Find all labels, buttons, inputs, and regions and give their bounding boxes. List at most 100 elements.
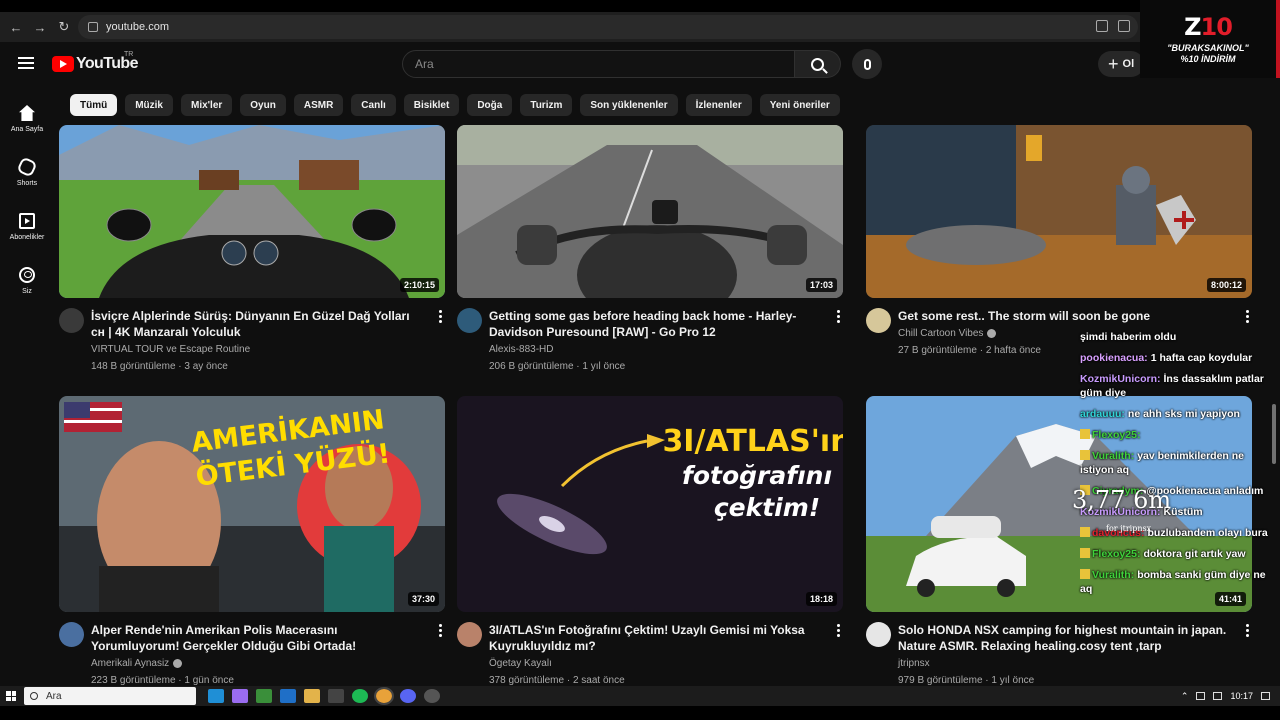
youtube-logo[interactable]: YouTube TR <box>52 51 138 73</box>
more-options-icon[interactable] <box>439 310 443 325</box>
chip-all[interactable]: Tümü <box>70 94 118 116</box>
copilot-icon[interactable] <box>232 689 248 703</box>
chip-asmr[interactable]: ASMR <box>293 94 344 116</box>
shorts-icon <box>16 156 38 178</box>
rail-item-home[interactable]: Ana Sayfa <box>0 92 54 146</box>
chip-gaming[interactable]: Oyun <box>240 94 286 116</box>
search-icon <box>30 692 38 700</box>
channel-name[interactable]: Amerikali Aynasiz <box>91 658 425 669</box>
back-icon[interactable]: ← <box>4 15 28 39</box>
chat-username: Flexoy25: <box>1092 429 1141 441</box>
zoom-icon[interactable] <box>1118 20 1130 32</box>
install-app-icon[interactable] <box>1096 20 1108 32</box>
chip-recently-uploaded[interactable]: Son yüklenenler <box>580 94 678 116</box>
video-thumbnail[interactable]: 8:00:12 <box>866 125 1252 298</box>
reload-icon[interactable]: ↻ <box>52 15 76 39</box>
network-icon[interactable] <box>1196 692 1206 700</box>
more-options-icon[interactable] <box>1246 310 1250 325</box>
channel-avatar[interactable] <box>866 308 891 333</box>
sponsor-logo: Z10 <box>1184 13 1233 41</box>
terminal-icon[interactable] <box>328 689 344 703</box>
channel-avatar[interactable] <box>59 308 84 333</box>
video-title[interactable]: 3I/ATLAS'ın Fotoğrafını Çektim! Uzaylı G… <box>489 622 823 654</box>
store-icon[interactable] <box>256 689 272 703</box>
channel-name[interactable]: VIRTUAL TOUR ve Escape Routine <box>91 344 425 355</box>
more-options-icon[interactable] <box>837 624 841 639</box>
rail-item-shorts[interactable]: Shorts <box>0 146 54 200</box>
site-settings-icon[interactable] <box>88 22 98 32</box>
search-button[interactable] <box>795 50 841 78</box>
chrome-icon[interactable] <box>374 687 394 705</box>
file-explorer-icon[interactable] <box>304 689 320 703</box>
discord-icon[interactable] <box>400 689 416 703</box>
spotify-icon[interactable] <box>352 689 368 703</box>
video-thumbnail[interactable]: 17:03 <box>457 125 843 298</box>
channel-avatar[interactable] <box>59 622 84 647</box>
video-title[interactable]: Alper Rende'nin Amerikan Polis Macerasın… <box>91 622 425 654</box>
search-input[interactable]: Ara <box>402 50 795 78</box>
chip-watched[interactable]: İzlenenler <box>685 94 752 116</box>
chat-message: ardauuu: ne ahh sks mi yapiyon <box>1080 407 1280 421</box>
edge-icon[interactable] <box>208 689 224 703</box>
more-options-icon[interactable] <box>837 310 841 325</box>
obs-icon[interactable] <box>424 689 440 703</box>
chat-message: KozmikUnicorn: İns dassaklım patlar güm d… <box>1080 372 1280 400</box>
video-title[interactable]: İsviçre Alplerinde Sürüş: Dünyanın En Gü… <box>91 308 425 340</box>
chip-live[interactable]: Canlı <box>351 94 396 116</box>
chip-new-to-you[interactable]: Yeni öneriler <box>759 94 840 116</box>
country-code: TR <box>124 51 134 58</box>
microphone-icon <box>863 58 871 70</box>
tray-expand-icon[interactable]: ⌃ <box>1181 691 1189 702</box>
start-button[interactable] <box>0 691 22 701</box>
you-icon <box>19 267 35 283</box>
plus-icon: + <box>1108 54 1119 74</box>
menu-icon[interactable] <box>18 57 34 69</box>
video-title[interactable]: Get some rest.. The storm will soon be g… <box>898 308 1232 324</box>
channel-name[interactable]: jtripnsx <box>898 658 1232 669</box>
chip-tourism[interactable]: Turizm <box>520 94 573 116</box>
subscriptions-icon <box>19 213 35 229</box>
video-title[interactable]: Getting some gas before heading back hom… <box>489 308 823 340</box>
overlay-counter: 3,77 6m <box>1072 486 1172 514</box>
chat-text: doktora git artık yaw <box>1143 548 1246 560</box>
address-bar[interactable]: youtube.com <box>78 15 1138 39</box>
channel-avatar[interactable] <box>457 308 482 333</box>
channel-avatar[interactable] <box>866 622 891 647</box>
video-card[interactable]: 2:10:15 İsviçre Alplerinde Sürüş: Dünyan… <box>59 125 447 372</box>
video-duration: 17:03 <box>805 278 837 292</box>
channel-name[interactable]: Ögetay Kayalı <box>489 658 823 669</box>
search-icon <box>811 57 824 71</box>
chip-nature[interactable]: Doğa <box>467 94 513 116</box>
outlook-icon[interactable] <box>280 689 296 703</box>
create-button[interactable]: + Ol <box>1098 51 1145 77</box>
chip-music[interactable]: Müzik <box>125 94 173 116</box>
system-tray: ⌃ 10:17 <box>1181 686 1280 706</box>
alps-motorcycle-thumbnail <box>59 125 445 298</box>
voice-search-button[interactable] <box>852 49 882 79</box>
video-card[interactable]: 8:00:12 Get some rest.. The storm will s… <box>866 125 1254 356</box>
chat-message: Vuralith: bomba sanki güm diye ne aq <box>1080 568 1280 596</box>
video-thumbnail[interactable]: 3I/ATLAS'ın fotoğrafını çektim! 18:18 <box>457 396 843 612</box>
video-duration: 2:10:15 <box>399 278 439 292</box>
taskbar-search[interactable]: Ara <box>24 687 196 705</box>
chat-message: Flexoy25: doktora git artık yaw <box>1080 547 1280 561</box>
channel-avatar[interactable] <box>457 622 482 647</box>
forward-icon[interactable]: → <box>28 15 52 39</box>
video-thumbnail[interactable]: AMERİKANIN ÖTEKİ YÜZÜ! 37:30 <box>59 396 445 612</box>
video-card[interactable]: AMERİKANIN ÖTEKİ YÜZÜ! 37:30 Alper Rende… <box>59 396 447 686</box>
rail-item-subscriptions[interactable]: Abonelikler <box>0 200 54 254</box>
video-thumbnail[interactable]: 2:10:15 <box>59 125 445 298</box>
volume-icon[interactable] <box>1213 692 1223 700</box>
chat-username: pookienacua: <box>1080 352 1148 364</box>
more-options-icon[interactable] <box>439 624 443 639</box>
more-options-icon[interactable] <box>1246 624 1250 639</box>
video-title[interactable]: Solo HONDA NSX camping for highest mount… <box>898 622 1232 654</box>
chip-bicycle[interactable]: Bisiklet <box>403 94 460 116</box>
video-card[interactable]: 17:03 Getting some gas before heading ba… <box>457 125 845 372</box>
notifications-icon[interactable] <box>1261 692 1270 700</box>
rail-item-you[interactable]: Siz <box>0 254 54 308</box>
taskbar-clock[interactable]: 10:17 <box>1230 691 1253 701</box>
channel-name[interactable]: Alexis-883-HD <box>489 344 823 355</box>
chip-mixes[interactable]: Mix'ler <box>181 94 233 116</box>
video-card[interactable]: 3I/ATLAS'ın fotoğrafını çektim! 18:18 3I… <box>457 396 845 686</box>
